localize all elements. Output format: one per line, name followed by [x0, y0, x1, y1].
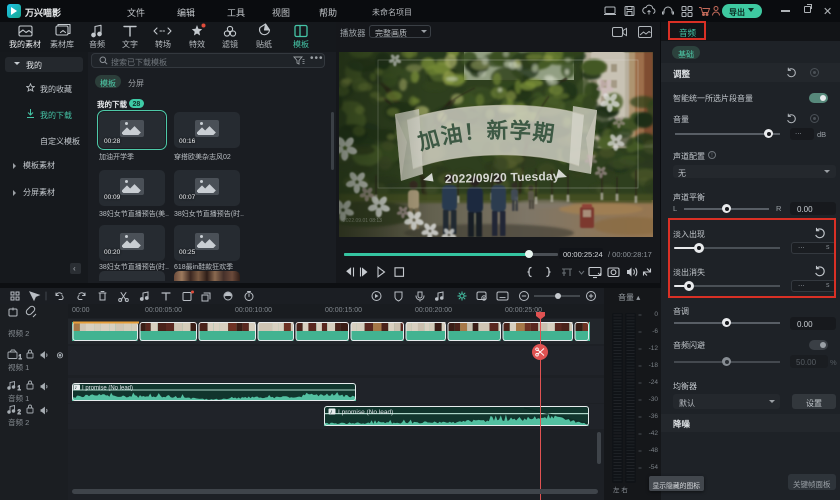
svg-text:文字: 文字	[122, 39, 138, 49]
svg-text:I promise (No lead): I promise (No lead)	[82, 386, 133, 392]
svg-text:模板: 模板	[293, 39, 309, 49]
svg-text:♪: ♪	[75, 385, 78, 391]
svg-text:音频 1: 音频 1	[8, 393, 29, 403]
svg-text:视频 1: 视频 1	[8, 362, 29, 372]
svg-text:特效: 特效	[189, 39, 205, 49]
svg-text:贴纸: 贴纸	[256, 39, 272, 49]
svg-text:I promise (No lead): I promise (No lead)	[338, 409, 393, 416]
svg-text:我的素材: 我的素材	[9, 39, 41, 49]
svg-text:2: 2	[18, 410, 22, 416]
svg-text:视频 2: 视频 2	[8, 328, 29, 338]
svg-text:滤镜: 滤镜	[222, 39, 238, 49]
svg-text:♪: ♪	[330, 410, 333, 416]
svg-text:1: 1	[19, 355, 23, 361]
svg-text:音频 2: 音频 2	[8, 417, 29, 427]
svg-text:转场: 转场	[155, 39, 171, 49]
svg-text:素材库: 素材库	[50, 39, 74, 49]
svg-text:音频: 音频	[89, 39, 105, 49]
svg-text:1: 1	[18, 386, 22, 392]
